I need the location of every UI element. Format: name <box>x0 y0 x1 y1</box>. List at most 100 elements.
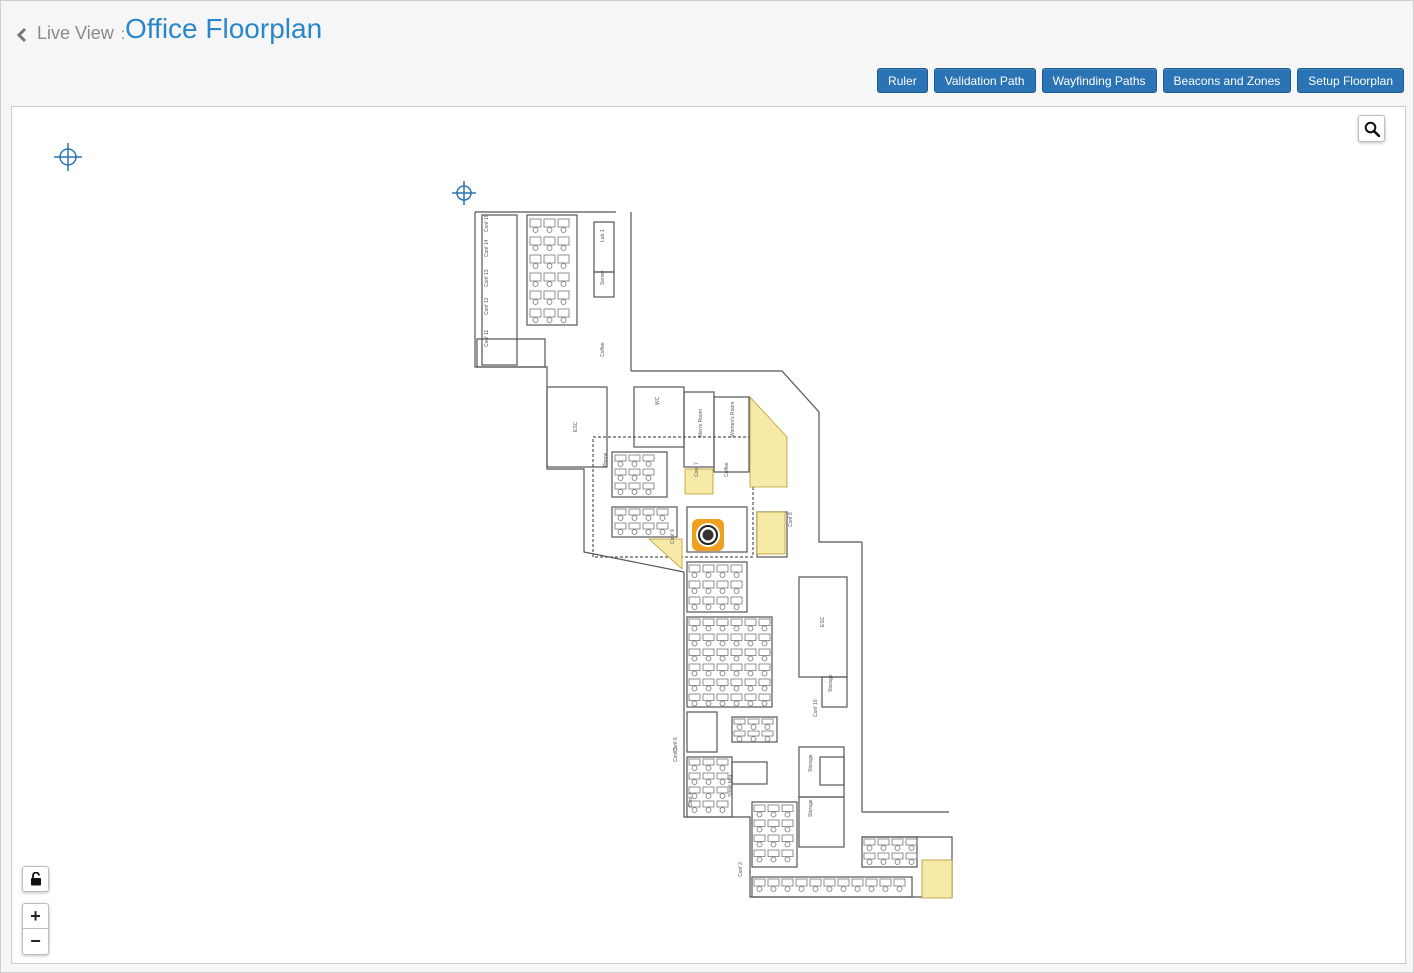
desk <box>543 218 556 228</box>
desk <box>761 718 774 725</box>
zoom-out-button[interactable]: − <box>22 929 49 955</box>
chair <box>798 886 805 892</box>
chair <box>719 779 726 785</box>
room-label: Conf 5 <box>673 747 679 762</box>
chair <box>747 640 754 647</box>
desk <box>642 468 655 476</box>
chair <box>719 640 726 647</box>
desk <box>702 693 715 701</box>
chair <box>705 588 712 594</box>
chair <box>733 700 740 707</box>
chair <box>705 572 712 578</box>
chair <box>560 245 567 251</box>
chair <box>750 736 757 742</box>
desk <box>879 878 892 887</box>
location-target-icon[interactable] <box>690 517 726 553</box>
chair <box>733 572 740 578</box>
room-storage <box>798 796 845 848</box>
desk <box>758 663 771 671</box>
chair <box>631 461 638 467</box>
chair <box>736 724 743 730</box>
desk <box>702 633 715 641</box>
desk <box>744 693 757 701</box>
map-lock-button[interactable] <box>22 866 49 892</box>
chair <box>908 845 915 851</box>
chair <box>764 724 771 730</box>
map-search-button[interactable] <box>1358 115 1385 142</box>
chair <box>631 515 638 521</box>
chair <box>719 655 726 662</box>
chair <box>756 811 763 818</box>
chair <box>756 856 763 863</box>
zoom-controls: + − <box>22 903 49 955</box>
chair <box>691 640 698 647</box>
desk <box>557 308 570 318</box>
desk <box>753 834 766 842</box>
floorplan-map[interactable]: Conf 15 Conf 14 Conf 13 Conf 12 Conf 11 Lab 1… <box>11 106 1406 964</box>
desk <box>851 878 864 887</box>
desk <box>730 648 743 656</box>
room-label: ESC <box>820 616 826 627</box>
chair <box>866 859 873 865</box>
desk <box>716 786 729 794</box>
beacons-and-zones-button[interactable]: Beacons and Zones <box>1162 68 1292 93</box>
room-label: Conf 12 <box>484 297 490 315</box>
wayfinding-paths-button[interactable]: Wayfinding Paths <box>1041 68 1157 93</box>
chair <box>770 841 777 848</box>
room-label: Storage <box>828 674 834 692</box>
chair <box>560 227 567 233</box>
chair <box>691 700 698 707</box>
chair <box>546 281 553 287</box>
breadcrumb-live-view[interactable]: Live View <box>37 23 114 43</box>
chair <box>546 299 553 305</box>
chair <box>691 604 698 610</box>
zoom-in-button[interactable]: + <box>22 903 49 929</box>
chair <box>691 779 698 785</box>
desk <box>656 508 669 516</box>
desk-cluster <box>611 451 668 498</box>
chair <box>894 859 901 865</box>
chair <box>719 765 726 771</box>
chair <box>736 736 743 742</box>
chair <box>617 489 624 495</box>
room-label: Small Mtg <box>728 775 734 797</box>
desk <box>543 272 556 282</box>
desk <box>744 663 757 671</box>
desk <box>716 648 729 656</box>
breadcrumb[interactable]: Live View : <box>37 23 125 44</box>
desk <box>823 878 836 887</box>
chair <box>719 700 726 707</box>
desk <box>716 772 729 780</box>
chair <box>631 475 638 481</box>
desk <box>702 580 715 589</box>
ruler-button[interactable]: Ruler <box>877 68 928 93</box>
desk <box>733 730 746 737</box>
desk <box>767 834 780 842</box>
room-label: WC <box>655 396 661 405</box>
chair <box>560 299 567 305</box>
desk <box>557 218 570 228</box>
chair <box>617 475 624 481</box>
validation-path-button[interactable]: Validation Path <box>933 68 1036 93</box>
beacon-zone <box>756 511 786 555</box>
chair <box>761 640 768 647</box>
desk <box>702 786 715 794</box>
chair <box>784 856 791 863</box>
desk <box>688 596 701 605</box>
desk <box>837 878 850 887</box>
room-storage <box>798 746 845 798</box>
room-label: Conf 9 <box>670 529 676 544</box>
chair <box>719 807 726 813</box>
desk <box>642 522 655 530</box>
chair <box>756 826 763 833</box>
room-label: Lab 1 <box>600 229 606 242</box>
setup-floorplan-button[interactable]: Setup Floorplan <box>1297 68 1404 93</box>
chair <box>761 685 768 692</box>
desk <box>614 522 627 530</box>
chair <box>747 670 754 677</box>
chair <box>733 588 740 594</box>
chevron-left-icon[interactable] <box>15 27 29 43</box>
chair <box>733 640 740 647</box>
chair <box>784 886 791 892</box>
chair <box>617 529 624 535</box>
